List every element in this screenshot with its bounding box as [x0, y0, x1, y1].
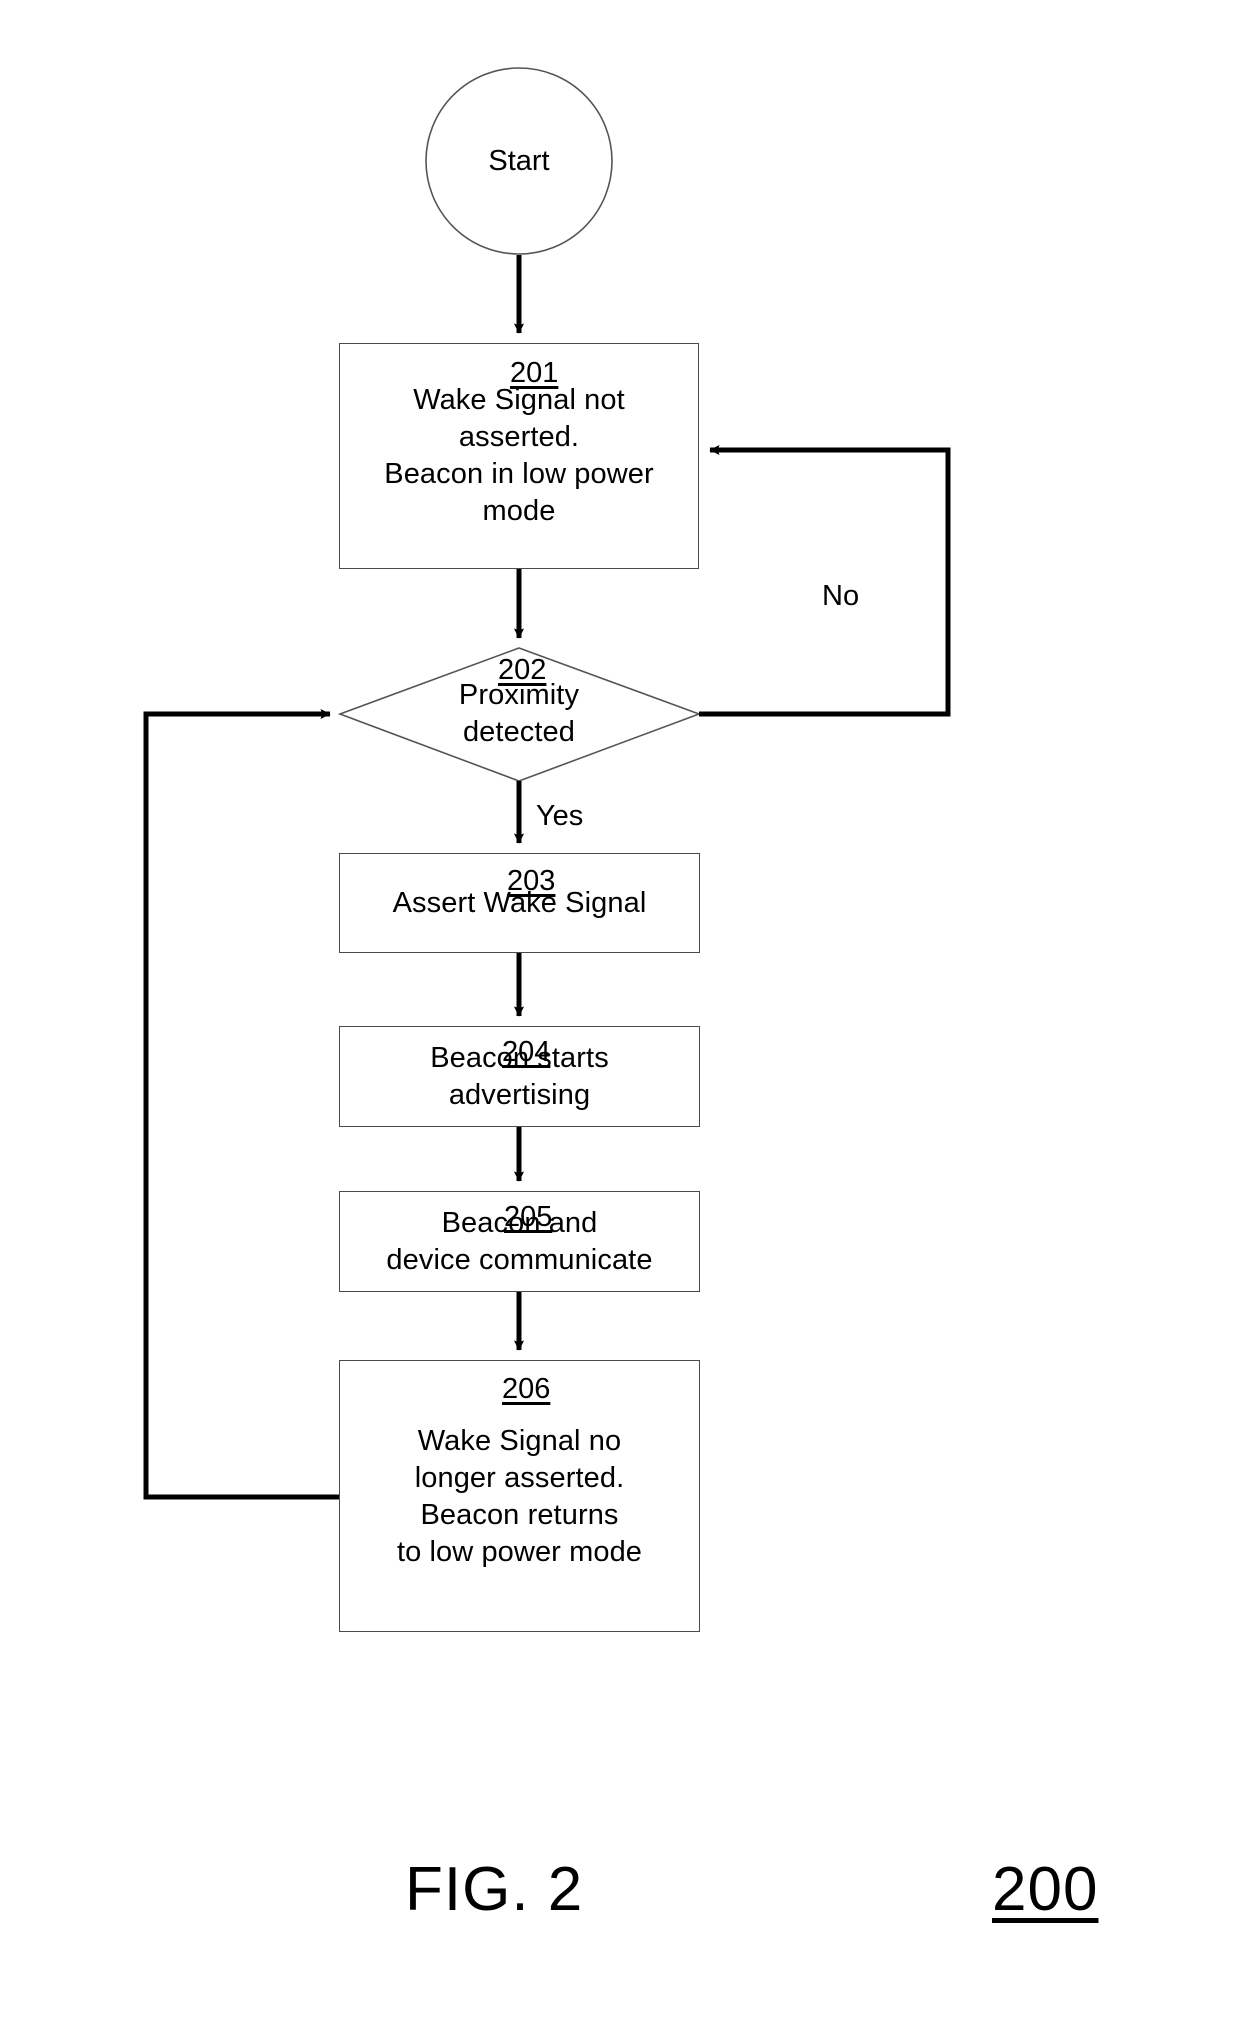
node-start-label: Start	[488, 145, 550, 177]
ref-numeral-206: 206	[502, 1373, 551, 1405]
edge-206-to-202	[143, 708, 339, 1500]
node-start: Start	[426, 68, 612, 254]
figure-caption: FIG. 2	[405, 1855, 584, 1924]
ref-numeral-201: 201	[510, 357, 559, 389]
patent-figure-page: Start Wake Signal not asserted. Beacon i…	[0, 0, 1240, 2020]
ref-numeral-203: 203	[507, 865, 556, 897]
node-201-label: Wake Signal not asserted. Beacon in low …	[384, 384, 654, 527]
edge-label-yes: Yes	[536, 800, 584, 832]
edge-label-no: No	[822, 580, 860, 612]
ref-numeral-202: 202	[498, 654, 547, 686]
figure-reference-numeral: 200	[992, 1855, 1099, 1924]
ref-numeral-205: 205	[504, 1201, 553, 1233]
flowchart-connectors	[143, 67, 951, 1500]
node-206-label: Wake Signal no longer asserted. Beacon r…	[396, 1425, 643, 1568]
node-202-label: Proximity detected	[458, 679, 580, 748]
ref-numeral-204: 204	[502, 1036, 551, 1068]
